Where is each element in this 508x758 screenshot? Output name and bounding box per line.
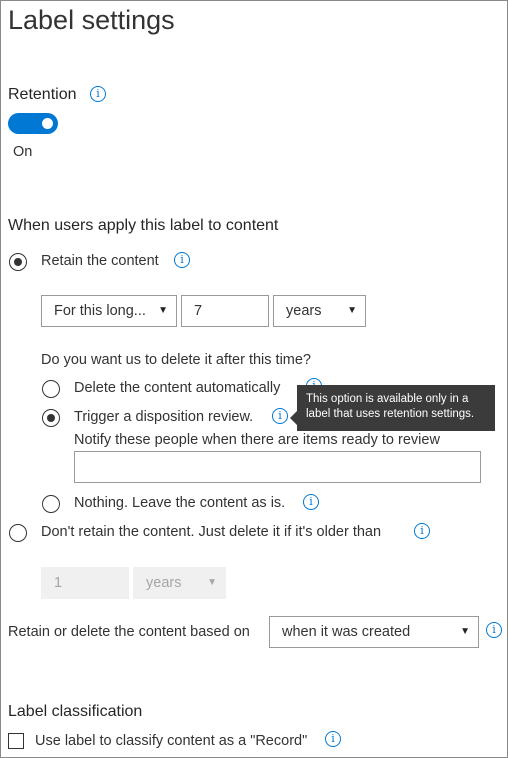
info-icon[interactable]: i	[414, 523, 430, 539]
caret-down-icon: ▼	[347, 305, 357, 316]
tooltip: This option is available only in a label…	[290, 385, 495, 431]
info-icon[interactable]: i	[325, 731, 341, 747]
dont-retain-unit-select[interactable]: years ▼	[133, 567, 226, 599]
delete-auto-radio[interactable]	[42, 380, 60, 398]
delete-auto-label: Delete the content automatically	[74, 380, 281, 396]
based-on-value: when it was created	[282, 624, 411, 640]
dont-retain-radio[interactable]	[9, 524, 27, 542]
classification-heading: Label classification	[8, 703, 143, 720]
notify-people-input[interactable]	[74, 451, 481, 483]
duration-mode-value: For this long...	[54, 303, 146, 319]
info-icon[interactable]: i	[486, 622, 502, 638]
toggle-state-label: On	[13, 144, 33, 160]
record-label: Use label to classify content as a "Reco…	[35, 733, 308, 749]
dont-retain-label: Don't retain the content. Just delete it…	[41, 524, 382, 540]
duration-value-input[interactable]: 7	[181, 295, 269, 327]
info-icon[interactable]: i	[90, 86, 106, 102]
nothing-label: Nothing. Leave the content as is.	[74, 495, 286, 511]
record-checkbox[interactable]	[8, 733, 24, 749]
info-icon[interactable]: i	[303, 494, 319, 510]
duration-mode-select[interactable]: For this long... ▼	[41, 295, 177, 327]
notify-label: Notify these people when there are items…	[74, 432, 440, 448]
toggle-knob	[42, 118, 53, 129]
based-on-select[interactable]: when it was created ▼	[269, 616, 479, 648]
dont-retain-value-input[interactable]: 1	[41, 567, 129, 599]
retention-heading: Retention	[8, 86, 77, 103]
retention-toggle[interactable]	[8, 113, 58, 134]
duration-unit-value: years	[286, 303, 322, 319]
nothing-radio[interactable]	[42, 495, 60, 513]
duration-unit-select[interactable]: years ▼	[273, 295, 366, 327]
dont-retain-unit-value: years	[146, 575, 182, 591]
caret-down-icon: ▼	[460, 626, 470, 637]
apply-heading: When users apply this label to content	[8, 217, 279, 234]
disposition-label: Trigger a disposition review.	[74, 409, 254, 425]
retain-radio[interactable]	[9, 253, 27, 271]
info-icon[interactable]: i	[272, 408, 288, 424]
page-title: Label settings	[8, 5, 175, 35]
delete-question: Do you want us to delete it after this t…	[41, 352, 311, 368]
caret-down-icon: ▼	[207, 577, 217, 588]
caret-down-icon: ▼	[158, 305, 168, 316]
info-icon[interactable]: i	[174, 252, 190, 268]
retain-label: Retain the content	[41, 253, 159, 269]
disposition-radio[interactable]	[42, 409, 60, 427]
based-on-label: Retain or delete the content based on	[8, 624, 250, 640]
